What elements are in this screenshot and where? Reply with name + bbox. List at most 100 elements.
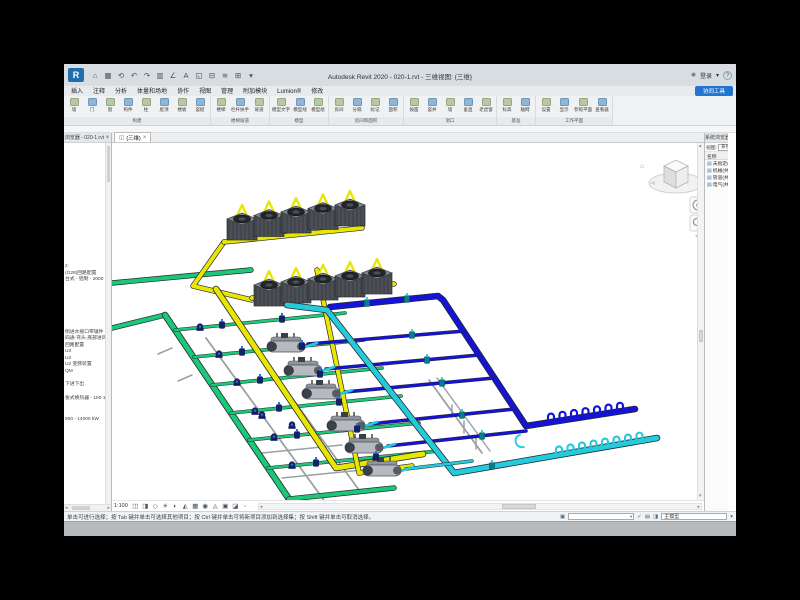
signin-button[interactable]: 登录 xyxy=(700,71,712,80)
drawing-area[interactable]: ⌂ ▴ ▾ xyxy=(112,143,704,500)
scroll-up-icon[interactable]: ▴ xyxy=(699,143,702,150)
ribbon-tab[interactable]: 分析 xyxy=(110,85,132,96)
view-control-icon[interactable]: ▣ xyxy=(221,502,230,511)
view-selector-dropdown[interactable]: 系统 xyxy=(718,144,728,151)
qat-icon[interactable]: A xyxy=(181,70,191,81)
view-control-icon[interactable]: ◪ xyxy=(231,502,240,511)
ribbon-button[interactable]: 标记 xyxy=(367,98,383,113)
ribbon-tab[interactable]: 附加模块 xyxy=(238,85,272,96)
scroll-left-icon[interactable]: ◂ xyxy=(260,504,263,511)
ribbon-button[interactable]: 屋顶 xyxy=(156,98,172,113)
cooling-tower-row-2[interactable] xyxy=(254,259,392,306)
qat-icon[interactable]: ⊟ xyxy=(207,70,217,81)
view-control-icon[interactable]: ☀ xyxy=(161,502,170,511)
ribbon-button[interactable]: 门 xyxy=(84,98,100,113)
ribbon-button[interactable]: 轴网 xyxy=(517,98,533,113)
filter-caret-icon[interactable]: ▾ xyxy=(730,514,733,520)
worksets-dropdown[interactable]: ▾ xyxy=(568,513,634,520)
ribbon-tab[interactable]: 注释 xyxy=(88,85,110,96)
ribbon-button[interactable]: 楼板 xyxy=(174,98,190,113)
ribbon-button[interactable]: 老虎窗 xyxy=(478,98,494,113)
ribbon-tab[interactable]: 视图 xyxy=(194,85,216,96)
qat-icon[interactable]: ↶ xyxy=(129,70,139,81)
qat-icon[interactable]: ∠ xyxy=(168,70,178,81)
ribbon-button[interactable]: 标高 xyxy=(499,98,515,113)
ribbon-button[interactable]: 房间 xyxy=(331,98,347,113)
ribbon-tab[interactable]: 协作 xyxy=(172,85,194,96)
scroll-down-icon[interactable]: ▾ xyxy=(699,493,702,500)
qat-icon[interactable]: ⌂ xyxy=(90,70,100,81)
ribbon-tab[interactable]: Lumion® xyxy=(272,88,306,96)
view-control-icon[interactable]: ◇ xyxy=(151,502,160,511)
close-icon[interactable]: × xyxy=(104,135,111,141)
scale-button[interactable]: 1:100 xyxy=(114,503,128,509)
pipes-yellow[interactable] xyxy=(193,228,423,473)
ribbon-button[interactable]: 竖井 xyxy=(424,98,440,113)
view-tab-3d[interactable]: ◫ {三维} × xyxy=(114,132,151,142)
ribbon-button[interactable]: 墙 xyxy=(442,98,458,113)
close-icon[interactable]: × xyxy=(143,135,147,141)
qat-icon[interactable]: ⟲ xyxy=(116,70,126,81)
collab-plugin-button[interactable]: 协同工具 xyxy=(695,86,733,96)
view-control-icon[interactable]: ◦ xyxy=(241,502,250,511)
scroll-right-icon[interactable]: ▸ xyxy=(107,505,110,512)
ribbon-button[interactable]: 模型线 xyxy=(292,98,308,113)
system-browser-row[interactable]: ▤ 未指定(共 30) xyxy=(705,160,728,167)
ribbon-tab[interactable]: 管理 xyxy=(216,85,238,96)
ribbon-tab[interactable]: 修改 xyxy=(306,85,328,96)
view-control-icon[interactable]: ◉ xyxy=(201,502,210,511)
system-browser-row[interactable]: ▤ 管道(共 9) xyxy=(705,174,728,181)
ribbon-button[interactable]: 设置 xyxy=(538,98,554,113)
pipes-gray[interactable] xyxy=(158,325,490,500)
system-browser-row[interactable]: ▤ 电气(共 5) xyxy=(705,181,728,188)
help-icon[interactable]: ? xyxy=(723,71,732,80)
qat-icon[interactable]: ▦ xyxy=(103,70,113,81)
qat-icon[interactable]: ▥ xyxy=(155,70,165,81)
status-icon-1[interactable]: ▤ xyxy=(645,514,650,520)
project-browser-hscrollbar[interactable]: ◂ ▸ xyxy=(64,504,111,511)
status-icon-2[interactable]: ◨ xyxy=(653,514,658,520)
ribbon-tab[interactable]: 插入 xyxy=(66,85,88,96)
ribbon-button[interactable]: 坡道 xyxy=(251,98,267,113)
project-browser-vscrollbar[interactable] xyxy=(105,143,111,504)
user-icon[interactable]: ◉ xyxy=(691,72,696,78)
ribbon-button[interactable]: 垂直 xyxy=(460,98,476,113)
ribbon-button[interactable]: 楼梯 xyxy=(213,98,229,113)
ribbon-button[interactable]: 构件 xyxy=(120,98,136,113)
ribbon-tab[interactable]: 体量和场地 xyxy=(132,85,172,96)
qat-icon[interactable]: ≋ xyxy=(220,70,230,81)
ribbon-button[interactable]: 栏杆扶手 xyxy=(231,98,249,113)
scroll-right-icon[interactable]: ▸ xyxy=(697,504,700,511)
name-column-header[interactable]: 名称 xyxy=(705,152,728,160)
design-options-dropdown[interactable]: 主模型 xyxy=(661,513,727,520)
scroll-left-icon[interactable]: ◂ xyxy=(65,505,68,512)
ribbon-button[interactable]: 柱 xyxy=(138,98,154,113)
view-control-icon[interactable]: ◬ xyxy=(211,502,220,511)
qat-icon[interactable]: ◱ xyxy=(194,70,204,81)
ribbon-button[interactable]: 分隔 xyxy=(349,98,365,113)
view-control-icon[interactable]: ▦ xyxy=(191,502,200,511)
view-control-icon[interactable]: ◫ xyxy=(131,502,140,511)
ribbon-button[interactable]: 面积 xyxy=(385,98,401,113)
qat-icon[interactable]: ▾ xyxy=(246,70,256,81)
ribbon-button[interactable]: 参照平面 xyxy=(574,98,592,113)
ribbon-button[interactable]: 显示 xyxy=(556,98,572,113)
canvas-hscrollbar[interactable]: ◂ ▸ xyxy=(258,503,702,510)
signin-caret-icon[interactable]: ▾ xyxy=(716,72,719,79)
view-control-icon[interactable]: ◐ xyxy=(171,502,180,511)
ribbon-button[interactable]: 查看器 xyxy=(594,98,610,113)
ribbon-button[interactable]: 模型文字 xyxy=(272,98,290,113)
worksets-icon[interactable]: ▣ xyxy=(560,514,565,520)
cooling-tower-row-1[interactable] xyxy=(227,191,365,240)
canvas-vscrollbar[interactable]: ▴ ▾ xyxy=(697,143,704,500)
view-control-icon[interactable]: ◨ xyxy=(141,502,150,511)
ribbon-button[interactable]: 模型组 xyxy=(310,98,326,113)
ribbon-button[interactable]: 墙 xyxy=(66,98,82,113)
ribbon-button[interactable]: 竖梃 xyxy=(192,98,208,113)
qat-icon[interactable]: ⊞ xyxy=(233,70,243,81)
editable-only-check-icon[interactable]: ✓ xyxy=(637,514,642,520)
qat-icon[interactable]: ↷ xyxy=(142,70,152,81)
ribbon-button[interactable]: 窗 xyxy=(102,98,118,113)
viewcube[interactable]: ⌂ xyxy=(640,160,703,193)
view-control-icon[interactable]: ◭ xyxy=(181,502,190,511)
